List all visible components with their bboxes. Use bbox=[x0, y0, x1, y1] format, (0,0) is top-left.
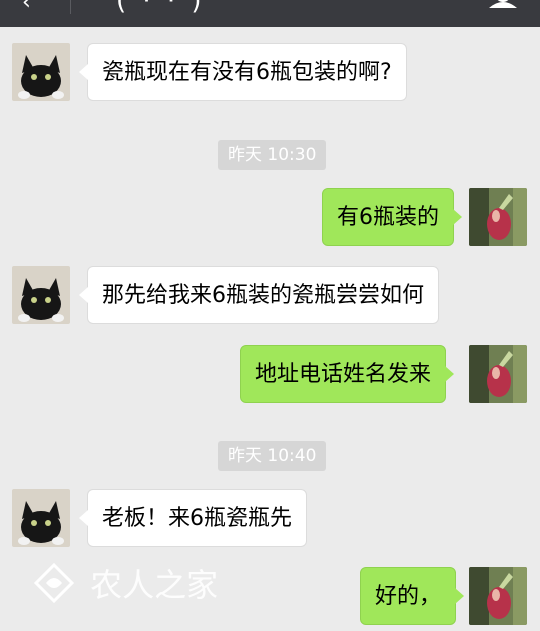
user-avatar[interactable] bbox=[469, 188, 527, 246]
back-arrow-icon[interactable]: ‹ bbox=[22, 0, 31, 15]
contact-avatar[interactable] bbox=[12, 266, 70, 324]
message-bubble-received[interactable]: 瓷瓶现在有没有6瓶包装的啊? bbox=[79, 43, 407, 101]
watermark-text: 农人之家 bbox=[90, 566, 219, 604]
message-bubble-sent[interactable]: 有6瓶装的 bbox=[322, 188, 462, 246]
message-bubble-received[interactable]: 老板！来6瓶瓷瓶先 bbox=[79, 489, 307, 547]
message-bubble-sent[interactable]: 地址电话姓名发来 bbox=[240, 345, 455, 403]
user-avatar[interactable] bbox=[469, 345, 527, 403]
header-divider bbox=[70, 0, 71, 14]
message-bubble-sent[interactable]: 好的， bbox=[360, 567, 465, 625]
person-icon[interactable] bbox=[486, 0, 520, 8]
farm-logo-icon bbox=[33, 562, 75, 604]
message-bubble-received[interactable]: 那先给我来6瓶装的瓷瓶尝尝如何 bbox=[79, 266, 439, 324]
chat-header: ‹ "( · · )" bbox=[0, 0, 540, 27]
contact-avatar[interactable] bbox=[12, 43, 70, 101]
contact-avatar[interactable] bbox=[12, 489, 70, 547]
timestamp: 昨天 10:40 bbox=[218, 441, 327, 471]
timestamp: 昨天 10:30 bbox=[218, 140, 327, 170]
chat-title: "( · · )" bbox=[100, 0, 222, 16]
user-avatar[interactable] bbox=[469, 567, 527, 625]
watermark: 农人之家 bbox=[32, 560, 218, 610]
